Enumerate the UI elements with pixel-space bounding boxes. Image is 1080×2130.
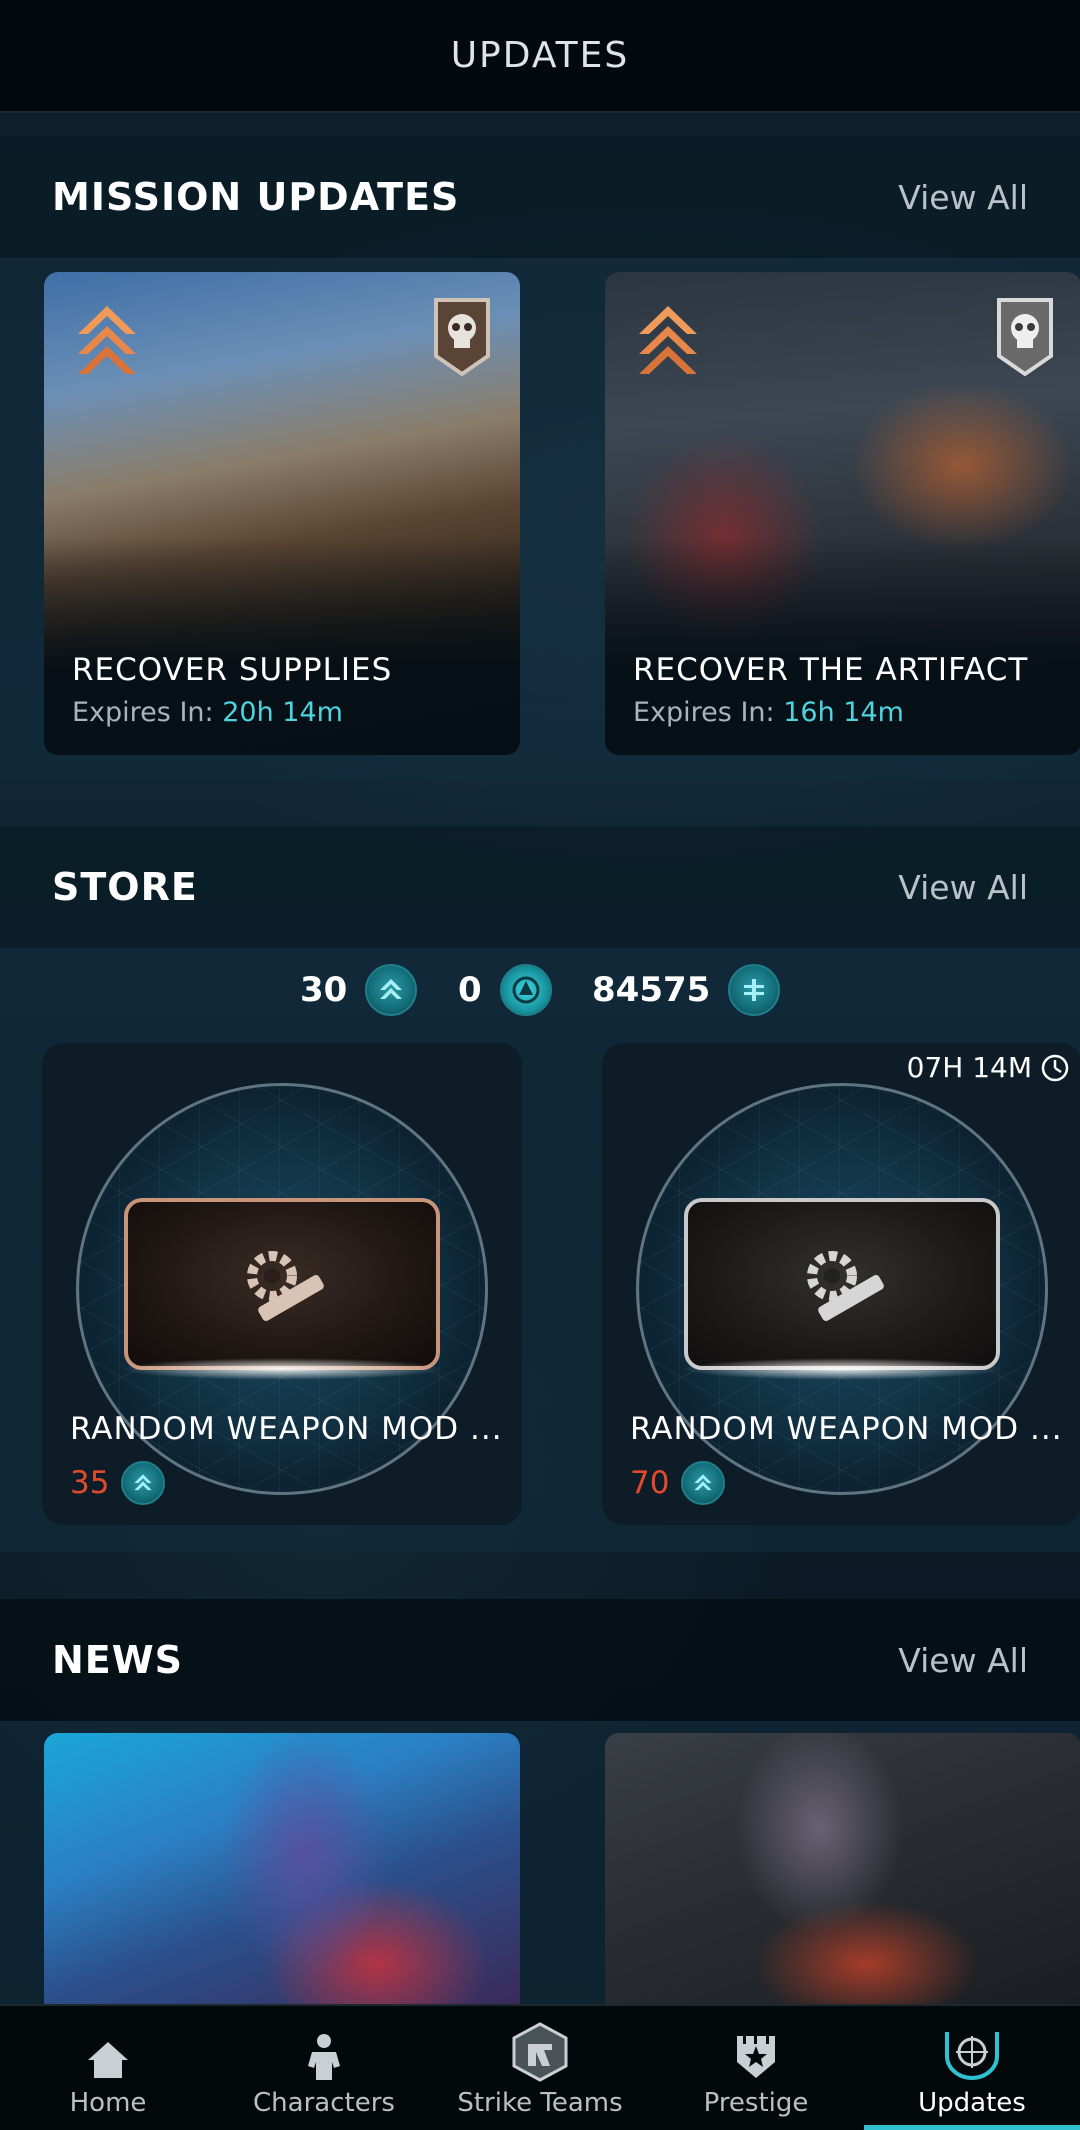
rank-chevron-icon	[78, 306, 136, 374]
premium-currency-icon	[499, 964, 552, 1016]
page-title: UPDATES	[450, 35, 630, 76]
nav-label: Strike Teams	[457, 2088, 623, 2118]
section-title: MISSION UPDATES	[52, 175, 460, 219]
store-item-price: 70	[630, 1461, 726, 1505]
top-bar: UPDATES	[0, 0, 1080, 113]
news-view-all-link[interactable]: View All	[898, 1641, 1028, 1680]
rank-chevron-icon	[121, 1461, 166, 1505]
weapon-mod-icon	[120, 1198, 444, 1380]
expires-label: Expires In:	[72, 697, 214, 728]
store-view-all-link[interactable]: View All	[898, 868, 1028, 907]
nav-strike-teams[interactable]: Strike Teams	[432, 2006, 648, 2130]
nav-label: Characters	[253, 2088, 395, 2118]
store-item-title: RANDOM WEAPON MOD ...	[630, 1411, 1063, 1447]
store-item-card[interactable]: 07H 14M RANDOM WEAPON MOD ... 70	[602, 1043, 1080, 1525]
mission-updates-header: MISSION UPDATES View All	[0, 136, 1080, 258]
mission-expires: Expires In: 20h 14m	[72, 697, 343, 728]
characters-icon	[308, 2034, 340, 2080]
rank-chevron-icon	[639, 306, 697, 374]
mission-title: RECOVER SUPPLIES	[72, 652, 393, 688]
expires-value: 16h 14m	[783, 697, 904, 728]
store-header: STORE View All	[0, 826, 1080, 948]
strike-teams-icon	[512, 2022, 568, 2082]
currency-amount: 0	[458, 970, 482, 1010]
nav-characters[interactable]: Characters	[216, 2006, 432, 2130]
nav-label: Home	[69, 2088, 147, 2118]
weapon-mod-icon	[680, 1198, 1004, 1380]
mission-card[interactable]: RECOVER THE ARTIFACT Expires In: 16h 14m	[605, 272, 1080, 755]
store-item-card[interactable]: RANDOM WEAPON MOD ... 35	[42, 1043, 522, 1525]
currency-premium: 0	[458, 960, 552, 1020]
currency-amount: 30	[300, 970, 348, 1010]
rarity-glow	[120, 1358, 444, 1380]
store-item-timer: 07H 14M	[907, 1051, 1070, 1084]
mission-expires: Expires In: 16h 14m	[633, 697, 904, 728]
expires-value: 20h 14m	[222, 697, 343, 728]
news-card[interactable]	[44, 1733, 520, 2005]
section-title: STORE	[52, 865, 198, 909]
mission-view-all-link[interactable]: View All	[898, 178, 1028, 217]
store-item-title: RANDOM WEAPON MOD ...	[70, 1411, 503, 1447]
nav-prestige[interactable]: Prestige	[648, 2006, 864, 2130]
skull-badge-icon	[434, 298, 490, 377]
home-icon	[88, 2042, 128, 2078]
mission-card[interactable]: RECOVER SUPPLIES Expires In: 20h 14m	[44, 272, 520, 755]
news-header: NEWS View All	[0, 1599, 1080, 1721]
section-title: NEWS	[52, 1638, 184, 1682]
nav-label: Updates	[918, 2088, 1026, 2118]
expires-label: Expires In:	[633, 697, 775, 728]
credits-icon	[728, 964, 781, 1016]
rarity-glow	[680, 1358, 1004, 1380]
rank-chevron-icon	[365, 964, 418, 1016]
currency-amount: 84575	[592, 970, 711, 1010]
nav-updates[interactable]: Updates	[864, 2006, 1080, 2130]
mission-title: RECOVER THE ARTIFACT	[633, 652, 1029, 688]
nav-label: Prestige	[703, 2088, 809, 2118]
currency-credits: 84575	[592, 960, 781, 1020]
bottom-nav: Home Characters Strike Teams Prestige Up…	[0, 2004, 1080, 2130]
rank-chevron-icon	[681, 1461, 726, 1505]
nav-home[interactable]: Home	[0, 2006, 216, 2130]
store-item-price: 35	[70, 1461, 166, 1505]
timer-value: 07H 14M	[906, 1051, 1032, 1084]
news-card[interactable]	[605, 1733, 1080, 2005]
price-value: 70	[630, 1465, 670, 1501]
currency-rank: 30	[300, 960, 418, 1020]
clock-icon	[1041, 1054, 1069, 1081]
skull-badge-icon	[997, 298, 1053, 377]
updates-icon	[945, 2032, 999, 2080]
price-value: 35	[70, 1465, 110, 1501]
prestige-icon	[737, 2036, 775, 2078]
